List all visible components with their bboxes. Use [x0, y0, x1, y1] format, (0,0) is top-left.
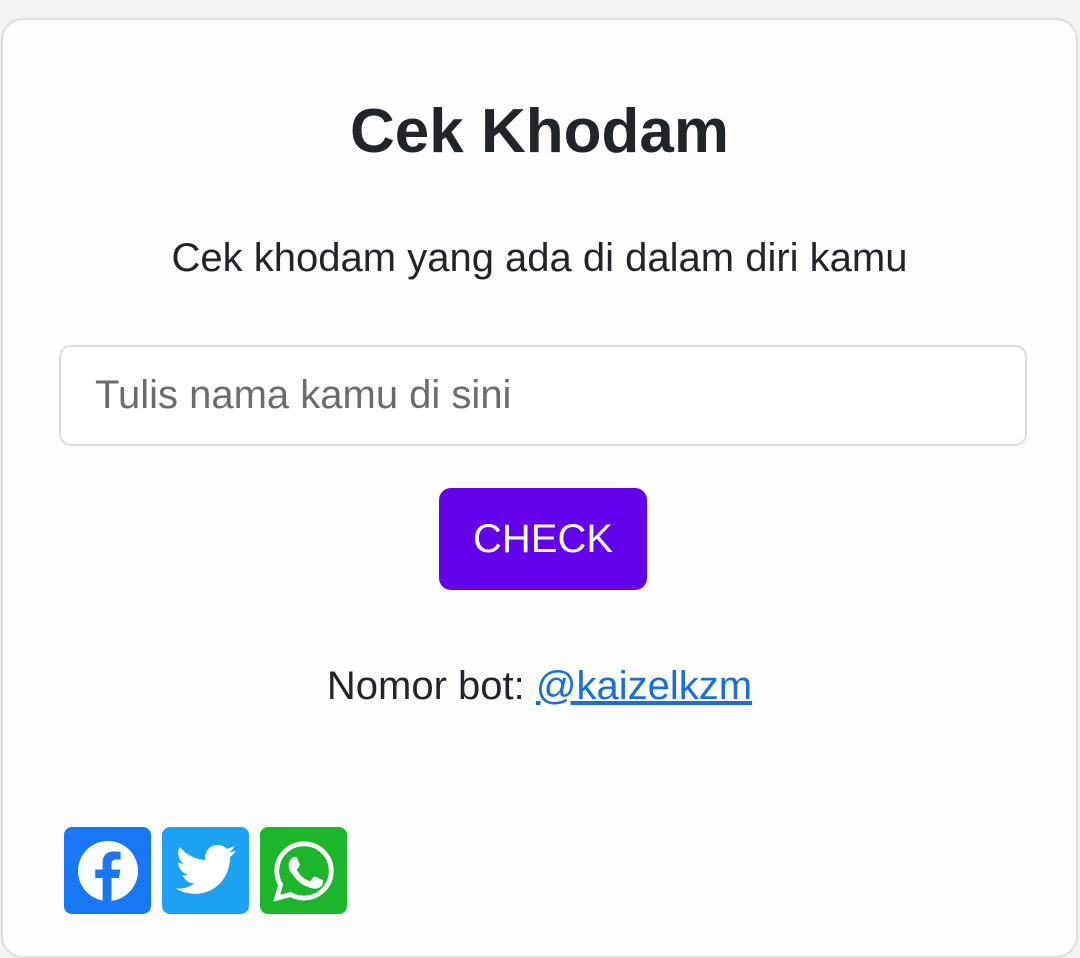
twitter-share-button[interactable] [162, 827, 249, 914]
page-title: Cek Khodam [350, 97, 729, 166]
check-button[interactable]: CHECK [439, 488, 647, 590]
facebook-icon [77, 840, 138, 901]
facebook-share-button[interactable] [64, 827, 151, 914]
bot-handle-link[interactable]: @kaizelkzm [536, 664, 752, 708]
bot-number-line: Nomor bot: @kaizelkzm [3, 660, 1076, 712]
share-buttons [64, 827, 347, 914]
main-card: Cek Khodam Cek khodam yang ada di dalam … [1, 18, 1078, 958]
whatsapp-share-button[interactable] [260, 827, 347, 914]
bot-label: Nomor bot: [326, 664, 536, 708]
name-input[interactable] [59, 345, 1027, 446]
whatsapp-icon [272, 840, 334, 902]
page-subtitle: Cek khodam yang ada di dalam diri kamu [171, 236, 908, 280]
twitter-icon [175, 844, 236, 894]
